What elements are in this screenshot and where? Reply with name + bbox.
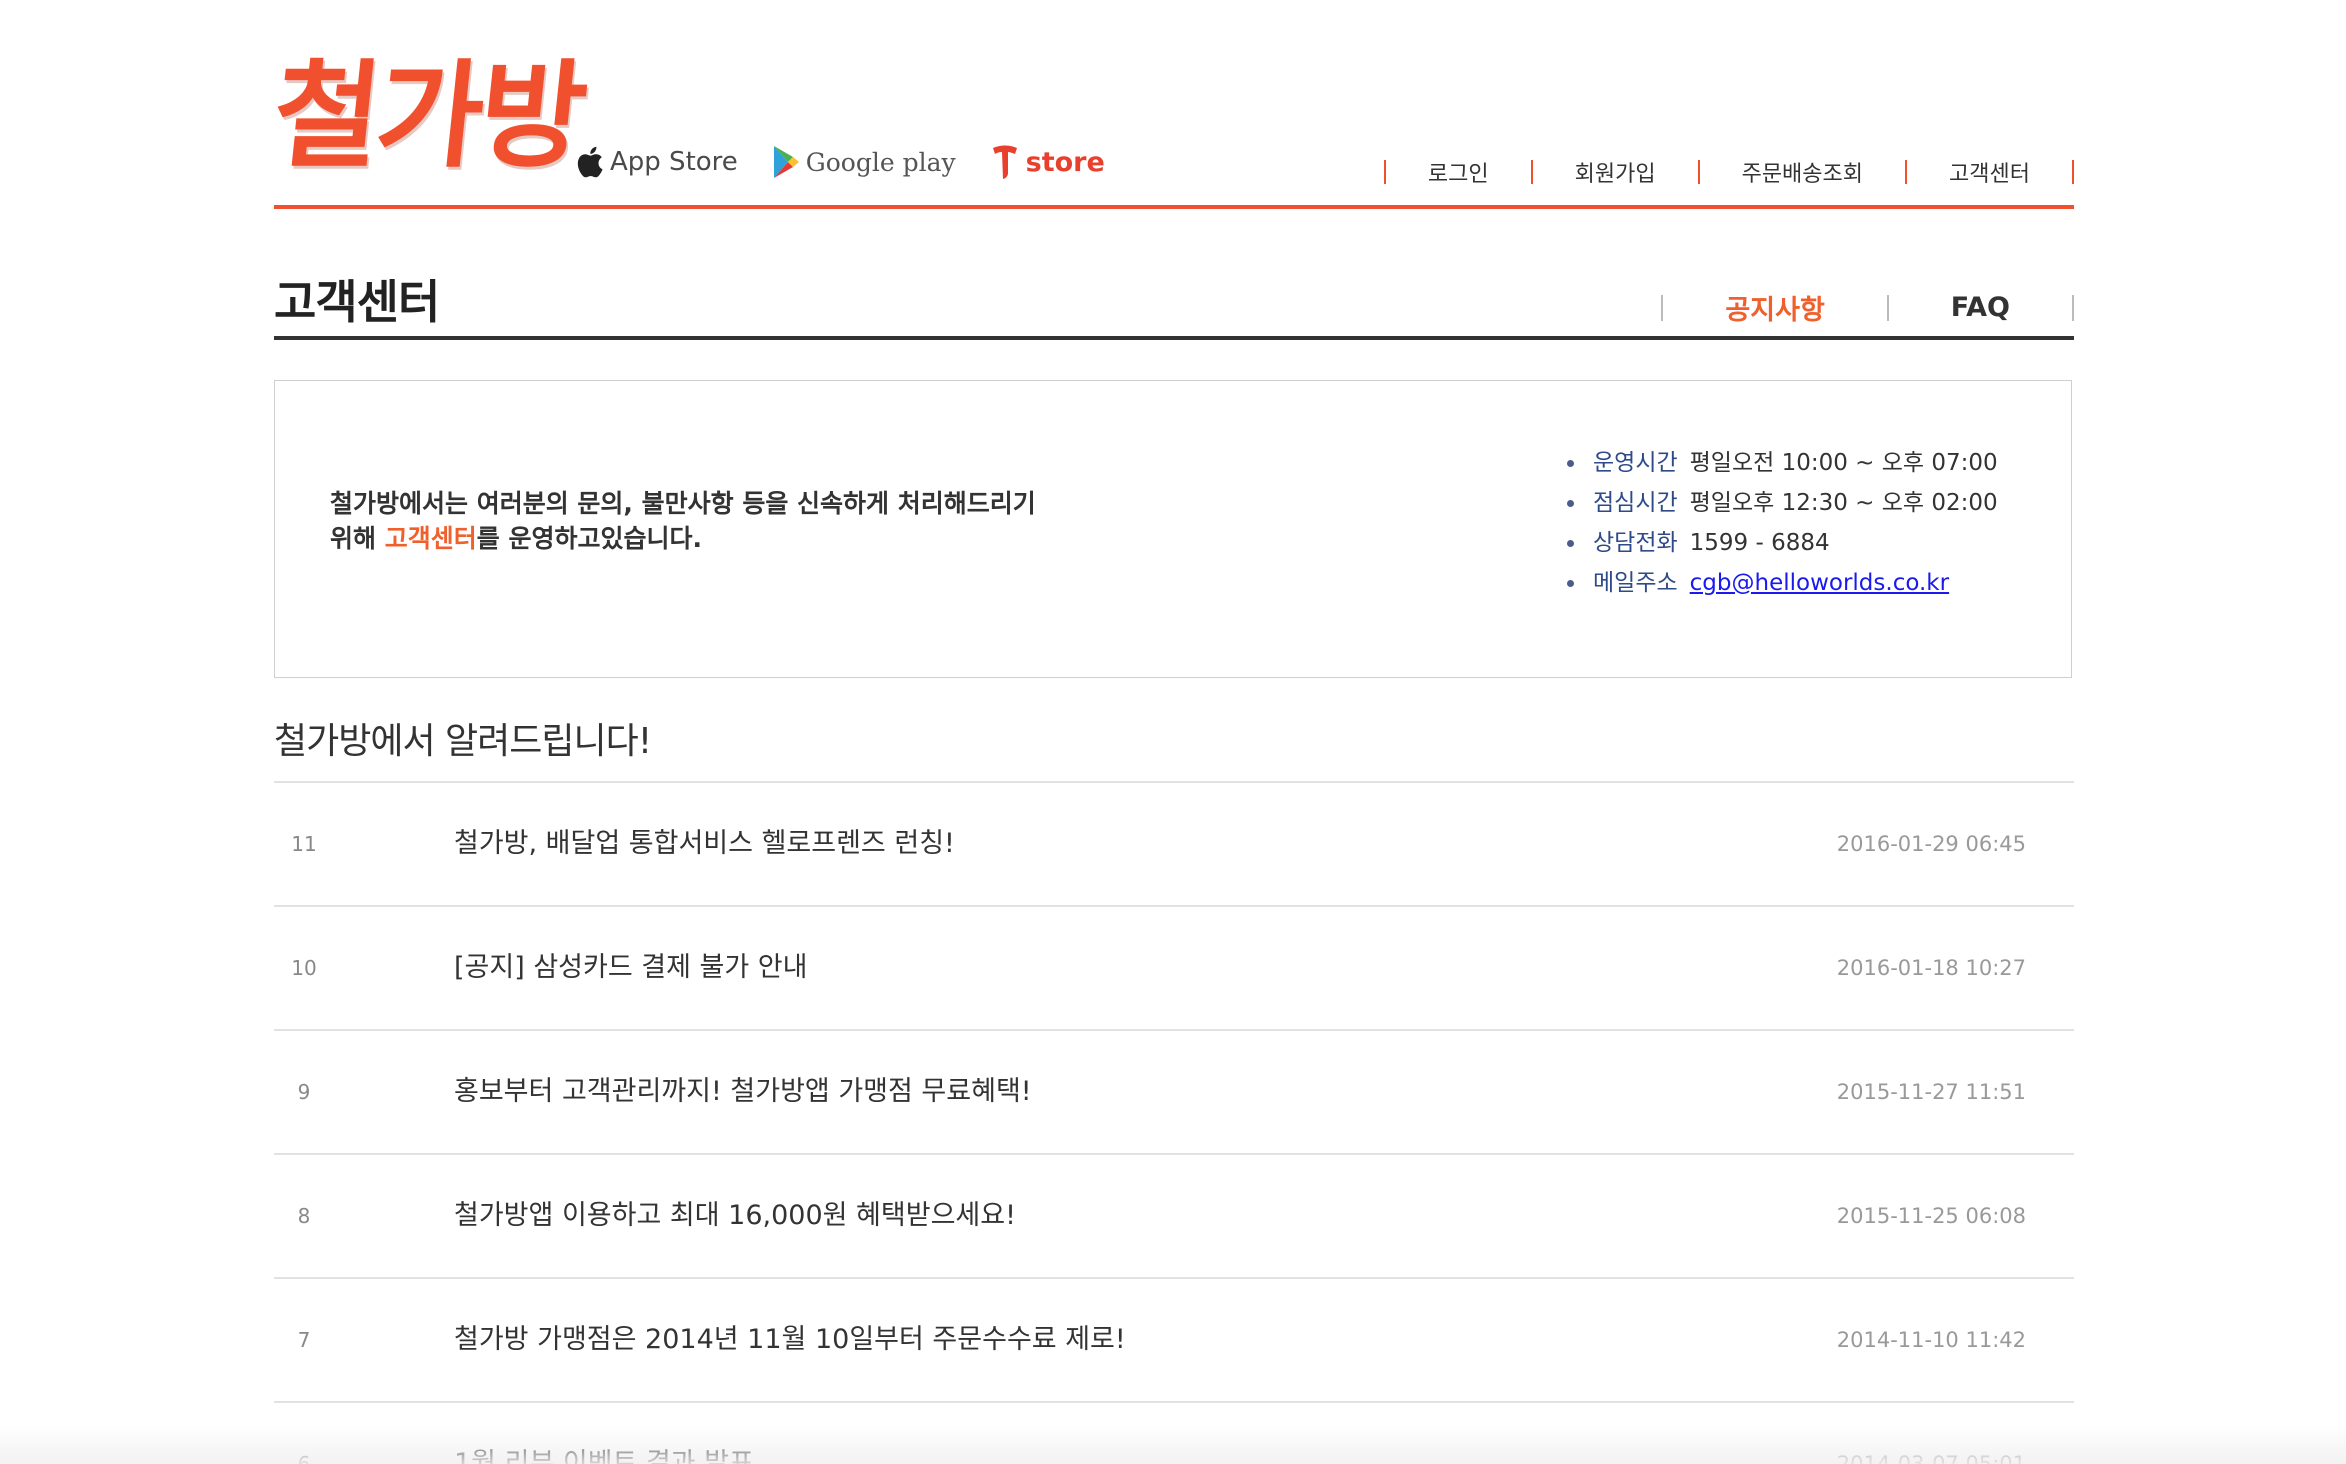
contact-list: 운영시간 평일오전 10:00 ~ 오후 07:00 점심시간 평일오후 12:30… [1565, 443, 1998, 603]
notice-date: 2016-01-29 06:45 [1836, 832, 2026, 856]
notice-date: 2014-03-07 05:01 [1836, 1452, 2026, 1464]
notice-title[interactable]: 철가방, 배달업 통합서비스 헬로프렌즈 런칭! [454, 783, 955, 905]
notice-list: 11 철가방, 배달업 통합서비스 헬로프렌즈 런칭! 2016-01-29 0… [274, 781, 2074, 1464]
intro-text-part2: 를 운영하고있습니다. [476, 524, 702, 553]
notice-number: 7 [297, 1328, 311, 1352]
notice-number: 9 [297, 1080, 311, 1104]
notice-row[interactable]: 7 철가방 가맹점은 2014년 11월 10일부터 주문수수료 제로! 201… [274, 1279, 2074, 1403]
tab-faq[interactable]: FAQ [1889, 292, 2072, 323]
tab-divider [2072, 294, 2074, 321]
info-box: 철가방에서는 여러분의 문의, 불만사항 등을 신속하게 처리해드리기 위해 고… [274, 380, 2072, 678]
contact-value: 1599 - 6884 [1689, 530, 1830, 556]
nav-customer-center[interactable]: 고객센터 [1907, 156, 2072, 188]
contact-label: 메일주소 [1593, 570, 1678, 596]
top-navigation: 로그인 회원가입 주문배송조회 고객센터 [1383, 156, 2074, 188]
page-title: 고객센터 [274, 275, 440, 329]
contact-label: 운영시간 [1593, 450, 1678, 476]
google-play-icon [772, 145, 800, 179]
tstore-icon [990, 144, 1020, 180]
notice-title[interactable]: 1월 리뷰 이벤트 결과 발표 [454, 1403, 754, 1464]
contact-label: 점심시간 [1593, 490, 1678, 516]
content-wrapper: 철가방 App Store Google play store 로그인 회원가입… [267, 0, 2074, 1464]
app-store-links: App Store Google play store [574, 144, 1105, 180]
contact-value: 평일오전 10:00 ~ 오후 07:00 [1689, 450, 1998, 476]
tab-notice[interactable]: 공지사항 [1663, 288, 1886, 327]
notice-title[interactable]: 홍보부터 고객관리까지! 철가방앱 가맹점 무료혜택! [454, 1031, 1032, 1153]
email-link[interactable]: cgb@helloworlds.co.kr [1690, 570, 1949, 596]
notice-title[interactable]: 철가방 가맹점은 2014년 11월 10일부터 주문수수료 제로! [454, 1279, 1126, 1401]
site-header: 철가방 App Store Google play store 로그인 회원가입… [267, 0, 2074, 210]
notice-number: 6 [297, 1452, 311, 1464]
sub-tabs: 공지사항 FAQ [1661, 288, 2074, 327]
nav-divider [2072, 160, 2074, 184]
app-store-label: App Store [610, 147, 738, 177]
header-divider [274, 205, 2074, 209]
notice-row[interactable]: 9 홍보부터 고객관리까지! 철가방앱 가맹점 무료혜택! 2015-11-27… [274, 1031, 2074, 1155]
tstore-link[interactable]: store [990, 144, 1105, 180]
intro-accent: 고객센터 [384, 524, 477, 553]
notice-date: 2016-01-18 10:27 [1836, 956, 2026, 980]
notice-title[interactable]: 철가방앱 이용하고 최대 16,000원 혜택받으세요! [454, 1155, 1016, 1277]
app-store-link[interactable]: App Store [574, 145, 738, 179]
notice-number: 8 [297, 1204, 311, 1228]
page: 철가방 App Store Google play store 로그인 회원가입… [0, 0, 2346, 1464]
nav-login[interactable]: 로그인 [1386, 156, 1531, 188]
contact-lunch: 점심시간 평일오후 12:30 ~ 오후 02:00 [1565, 483, 1998, 523]
contact-email: 메일주소 cgb@helloworlds.co.kr [1565, 563, 1998, 603]
notice-row[interactable]: 8 철가방앱 이용하고 최대 16,000원 혜택받으세요! 2015-11-2… [274, 1155, 2074, 1279]
apple-icon [574, 145, 604, 179]
contact-hours: 운영시간 평일오전 10:00 ~ 오후 07:00 [1565, 443, 1998, 483]
contact-phone: 상담전화 1599 - 6884 [1565, 523, 1998, 563]
section-divider [274, 336, 2074, 340]
contact-value: 평일오후 12:30 ~ 오후 02:00 [1689, 490, 1998, 516]
notice-date: 2015-11-27 11:51 [1836, 1080, 2026, 1104]
notice-title[interactable]: [공지] 삼성카드 결제 불가 안내 [454, 907, 807, 1029]
tstore-label: store [1025, 146, 1105, 178]
notice-row[interactable]: 11 철가방, 배달업 통합서비스 헬로프렌즈 런칭! 2016-01-29 0… [274, 783, 2074, 907]
notice-number: 10 [291, 956, 317, 980]
nav-order-tracking[interactable]: 주문배송조회 [1700, 156, 1905, 188]
google-play-link[interactable]: Google play [772, 145, 956, 179]
notice-row[interactable]: 6 1월 리뷰 이벤트 결과 발표 2014-03-07 05:01 [274, 1403, 2074, 1464]
notice-date: 2014-11-10 11:42 [1836, 1328, 2026, 1352]
google-play-label: Google play [805, 147, 956, 177]
notice-number: 11 [291, 832, 317, 856]
nav-signup[interactable]: 회원가입 [1533, 156, 1698, 188]
section-header: 고객센터 공지사항 FAQ [274, 210, 2074, 340]
notice-date: 2015-11-25 06:08 [1836, 1204, 2026, 1228]
notice-row[interactable]: 10 [공지] 삼성카드 결제 불가 안내 2016-01-18 10:27 [274, 907, 2074, 1031]
contact-label: 상담전화 [1593, 530, 1678, 556]
notice-heading: 철가방에서 알려드립니다! [274, 721, 652, 762]
intro-text: 철가방에서는 여러분의 문의, 불만사항 등을 신속하게 처리해드리기 위해 고… [330, 486, 1050, 556]
site-logo[interactable]: 철가방 [267, 48, 589, 184]
